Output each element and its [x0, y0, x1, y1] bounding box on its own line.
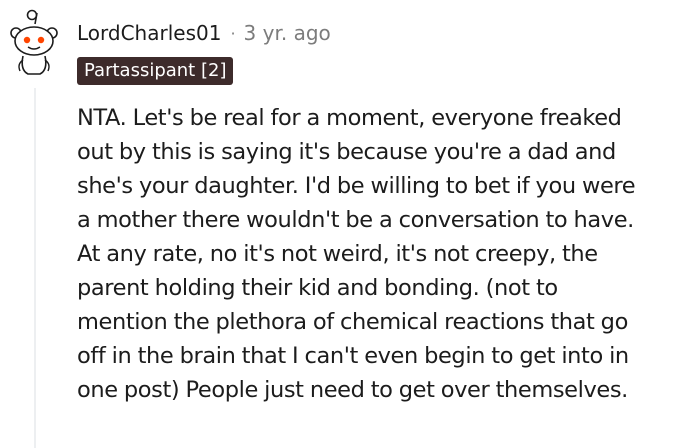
comment-body-line: a mother there wouldn't be a conversatio… — [77, 207, 634, 233]
reddit-snoo-avatar-icon — [10, 9, 58, 75]
comment-body: NTA. Let's be real for a moment, everyon… — [77, 101, 697, 407]
comment-body-line: parent holding their kid and bonding. (n… — [77, 275, 558, 301]
comment-timestamp[interactable]: 3 yr. ago — [244, 21, 331, 45]
meta-separator: · — [230, 23, 236, 43]
comment: LordCharles01 · 3 yr. ago Partassipant [… — [0, 0, 700, 448]
avatar[interactable] — [8, 8, 60, 78]
comment-body-line: NTA. Let's be real for a moment, everyon… — [77, 105, 622, 131]
comment-body-line: off in the brain that I can't even begin… — [77, 343, 629, 369]
comment-body-line: At any rate, no it's not weird, it's not… — [77, 241, 598, 267]
comment-body-line: one post) People just need to get over t… — [77, 377, 628, 403]
comment-body-line: mention the plethora of chemical reactio… — [77, 309, 628, 335]
thread-line[interactable] — [34, 88, 36, 448]
comment-body-line: she's your daughter. I'd be willing to b… — [77, 173, 636, 199]
comment-body-line: out by this is saying it's because you'r… — [77, 139, 616, 165]
author-username[interactable]: LordCharles01 — [77, 21, 221, 45]
user-flair-badge: Partassipant [2] — [77, 57, 234, 85]
comment-header: LordCharles01 · 3 yr. ago — [77, 18, 331, 48]
